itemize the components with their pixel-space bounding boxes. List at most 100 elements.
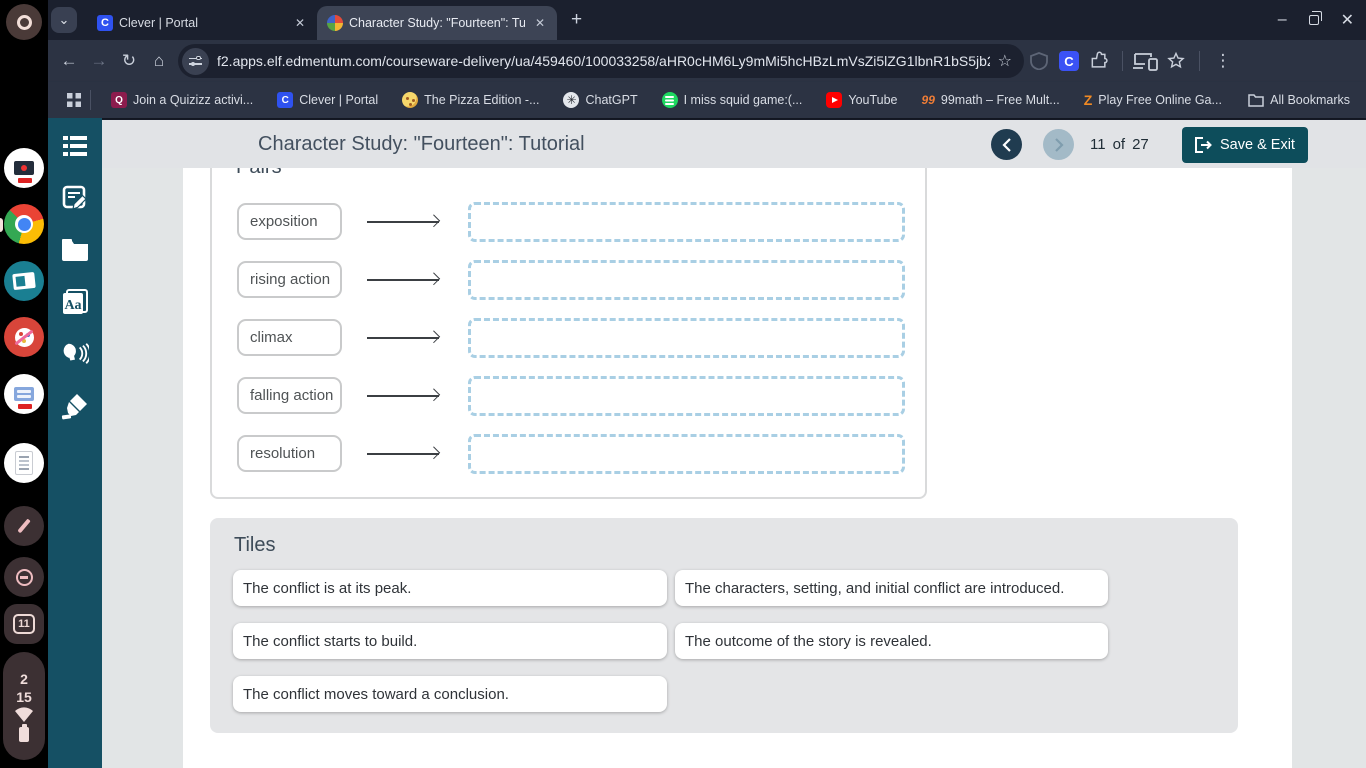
browser-menu-button[interactable]: ⋮ <box>1208 51 1238 71</box>
pair-row: resolution <box>212 435 925 473</box>
tab-strip: ⌄ C Clever | Portal ✕ Character Study: "… <box>48 0 1366 40</box>
shelf-app-3[interactable] <box>4 261 44 301</box>
app-badge <box>18 404 32 409</box>
page-of-label: of <box>1113 136 1126 153</box>
new-tab-button[interactable]: + <box>571 9 582 31</box>
toolbar-divider <box>1122 51 1123 71</box>
bookmark-star-icon[interactable]: ☆ <box>998 51 1012 71</box>
tab-title: Character Study: "Fourteen": Tu <box>349 16 525 30</box>
dictionary-button[interactable]: Aa <box>61 288 89 316</box>
clever-extension-icon[interactable]: C <box>1059 51 1079 71</box>
home-button[interactable]: ⌂ <box>144 51 174 71</box>
all-bookmarks-button[interactable]: All Bookmarks <box>1248 93 1350 107</box>
99math-icon: 99 <box>922 93 935 107</box>
bookmark-youtube[interactable]: YouTube <box>826 92 897 108</box>
tab-title: Clever | Portal <box>119 16 285 30</box>
calendar-button[interactable]: 11 <box>4 604 44 644</box>
drop-zone-rising-action[interactable] <box>468 260 905 300</box>
tile-conflict-peak[interactable]: The conflict is at its peak. <box>233 570 667 606</box>
arrow-right-icon <box>367 221 439 223</box>
bookmark-99math[interactable]: 9999math – Free Mult... <box>922 93 1060 107</box>
tile-characters-introduced[interactable]: The characters, setting, and initial con… <box>675 570 1108 606</box>
battery-icon <box>19 727 29 742</box>
tiles-panel: Tiles The conflict is at its peak. The c… <box>210 518 1238 733</box>
tab-character-study-active[interactable]: Character Study: "Fourteen": Tu ✕ <box>317 6 557 40</box>
minimize-button[interactable]: – <box>1278 11 1287 29</box>
tab-close-icon[interactable]: ✕ <box>531 14 549 32</box>
close-window-button[interactable]: ✕ <box>1341 10 1354 30</box>
shelf-app-5[interactable] <box>4 374 44 414</box>
devices-icon[interactable] <box>1131 51 1161 71</box>
pair-label-falling-action: falling action <box>237 377 342 414</box>
url-text: f2.apps.elf.edmentum.com/courseware-deli… <box>217 53 990 69</box>
page-total: 27 <box>1132 136 1149 153</box>
address-bar[interactable]: f2.apps.elf.edmentum.com/courseware-deli… <box>178 44 1024 78</box>
lesson-content: Pairs exposition rising action climax fa… <box>102 168 1366 768</box>
pair-label-climax: climax <box>237 319 342 356</box>
tab-clever-portal[interactable]: C Clever | Portal ✕ <box>87 6 317 40</box>
pairs-heading: Pairs <box>236 168 282 179</box>
drop-zone-climax[interactable] <box>468 318 905 358</box>
active-app-indicator <box>0 218 3 232</box>
bookmark-quizizz[interactable]: QJoin a Quizizz activi... <box>111 92 253 108</box>
shelf-app-6[interactable] <box>4 443 44 483</box>
tile-conflict-conclusion[interactable]: The conflict moves toward a conclusion. <box>233 676 667 712</box>
bookmarks-star-badge-icon[interactable] <box>1161 51 1191 71</box>
bookmark-chatgpt[interactable]: ✳ChatGPT <box>563 92 637 108</box>
drop-zone-exposition[interactable] <box>468 202 905 242</box>
previous-page-button[interactable] <box>991 129 1022 160</box>
stylus-tools-button[interactable] <box>4 506 44 546</box>
highlighter-button[interactable] <box>61 392 89 420</box>
pair-row: rising action <box>212 261 925 299</box>
browser-window: ⌄ C Clever | Portal ✕ Character Study: "… <box>48 0 1366 120</box>
tile-outcome-revealed[interactable]: The outcome of the story is revealed. <box>675 623 1108 659</box>
drop-zone-falling-action[interactable] <box>468 376 905 416</box>
text-to-speech-button[interactable] <box>61 340 89 368</box>
shelf-app-1[interactable] <box>4 148 44 188</box>
clock-minute: 15 <box>16 689 32 705</box>
minus-circle-icon <box>16 569 33 586</box>
next-page-button-disabled[interactable] <box>1043 129 1074 160</box>
pairs-card: Pairs exposition rising action climax fa… <box>210 168 927 499</box>
reload-button[interactable]: ↻ <box>114 51 144 71</box>
page-indicator: 11 of 27 <box>1090 120 1149 168</box>
tile-conflict-builds[interactable]: The conflict starts to build. <box>233 623 667 659</box>
folder-icon <box>61 238 89 262</box>
shelf-app-4[interactable] <box>4 317 44 357</box>
folder-icon <box>1248 93 1264 107</box>
table-of-contents-button[interactable] <box>61 132 89 160</box>
arrow-right-icon <box>367 453 439 455</box>
folder-resources-button[interactable] <box>61 236 89 264</box>
bookmark-clever[interactable]: CClever | Portal <box>277 92 378 108</box>
save-and-exit-button[interactable]: Save & Exit <box>1182 127 1308 163</box>
speech-icon <box>61 341 89 367</box>
window-controls: – ✕ <box>1278 0 1366 40</box>
svg-text:Aa: Aa <box>64 298 81 313</box>
bookmark-play-free-online[interactable]: ZPlay Free Online Ga... <box>1084 92 1222 108</box>
forward-button[interactable]: → <box>84 51 114 71</box>
restore-button[interactable] <box>1309 15 1319 25</box>
calendar-icon: 11 <box>13 614 35 634</box>
app-logo-icon <box>14 161 34 175</box>
openai-knot-icon: ✳ <box>563 92 579 108</box>
tab-search-button[interactable]: ⌄ <box>51 7 77 33</box>
extensions-puzzle-icon[interactable] <box>1084 51 1114 71</box>
drop-zone-resolution[interactable] <box>468 434 905 474</box>
do-not-disturb-button[interactable] <box>4 557 44 597</box>
notes-button[interactable] <box>61 184 89 212</box>
launcher-button[interactable] <box>6 4 42 40</box>
status-tray[interactable]: 2 15 <box>3 652 45 760</box>
site-settings-button[interactable] <box>182 48 209 75</box>
shelf-app-chrome[interactable] <box>4 204 44 244</box>
youtube-play-icon <box>826 92 842 108</box>
shield-extension-icon[interactable] <box>1024 52 1054 70</box>
newsela-icon <box>12 272 36 290</box>
chevron-left-icon <box>1001 138 1013 152</box>
back-button[interactable]: ← <box>54 51 84 71</box>
lesson-title: Character Study: "Fourteen": Tutorial <box>258 120 585 168</box>
bookmark-pizza-edition[interactable]: The Pizza Edition -... <box>402 92 539 108</box>
bookmark-spotify[interactable]: I miss squid game:(... <box>662 92 803 108</box>
tab-close-icon[interactable]: ✕ <box>291 14 309 32</box>
apps-grid-icon[interactable] <box>66 92 82 108</box>
tune-icon <box>189 57 202 66</box>
